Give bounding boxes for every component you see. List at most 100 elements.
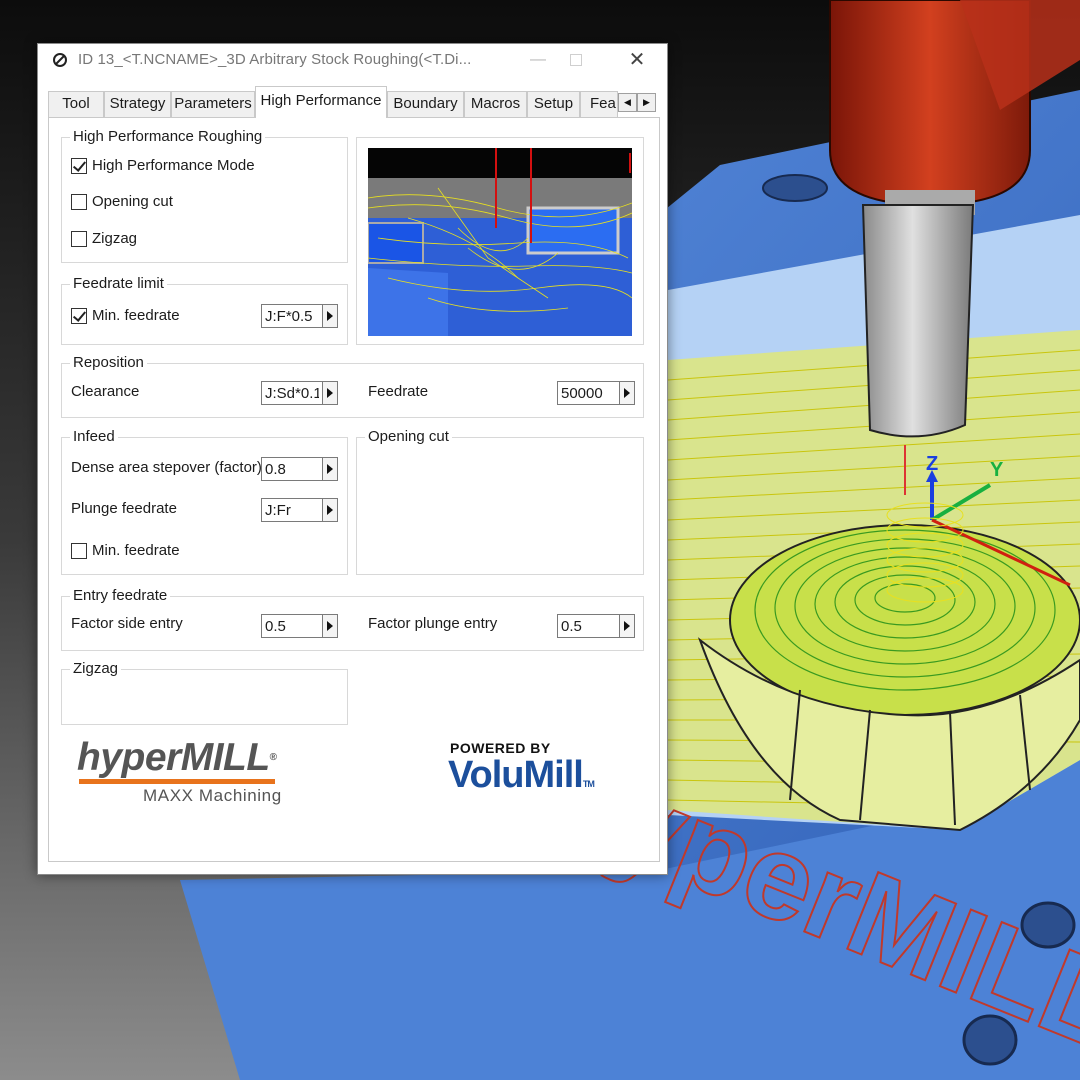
arrow-right-icon: [624, 621, 630, 631]
opening-cut-checkbox[interactable]: Opening cut: [71, 193, 173, 210]
arrow-right-icon: [327, 388, 333, 398]
high-performance-panel: High Performance Roughing High Performan…: [48, 117, 660, 862]
maximize-icon: [570, 54, 582, 66]
tab-setup[interactable]: Setup: [527, 91, 580, 117]
checkbox-label: Opening cut: [92, 193, 173, 210]
plunge-feedrate-label: Plunge feedrate: [71, 500, 177, 517]
clearance-field: [261, 381, 338, 405]
arrow-right-icon: [327, 311, 333, 321]
checkbox-label: Min. feedrate: [92, 307, 180, 324]
group-label: Reposition: [70, 354, 147, 372]
strategy-preview-image: [368, 148, 632, 336]
dense-area-stepover-field: [261, 457, 338, 481]
tab-strip: Tool Strategy Parameters High Performanc…: [48, 86, 660, 118]
plunge-feedrate-input[interactable]: [261, 498, 323, 522]
dense-area-stepover-label: Dense area stepover (factor): [71, 459, 262, 476]
tab-features[interactable]: Fea: [580, 91, 618, 117]
preview-group: [356, 137, 644, 345]
factor-plunge-entry-label: Factor plunge entry: [368, 615, 498, 632]
entry-feedrate-group: Entry feedrate Factor side entry Factor …: [61, 587, 644, 651]
tab-boundary[interactable]: Boundary: [387, 91, 464, 117]
clearance-menu-button[interactable]: [323, 381, 338, 405]
factor-plunge-entry-field: [557, 614, 635, 638]
reposition-feedrate-label: Feedrate: [368, 383, 429, 400]
group-label: Opening cut: [365, 428, 452, 446]
volumill-logo-text: VoluMill: [448, 754, 584, 796]
checkbox-unchecked-icon[interactable]: [71, 193, 87, 210]
group-label: Zigzag: [70, 660, 122, 678]
tab-parameters[interactable]: Parameters: [171, 91, 255, 117]
z-axis-label: Z: [926, 453, 938, 475]
group-label: High Performance Roughing: [70, 128, 266, 146]
cutting-tool: [861, 204, 975, 438]
dense-area-stepover-input[interactable]: [261, 457, 323, 481]
reposition-group: Reposition Clearance Feedrate: [61, 354, 644, 418]
factor-side-entry-menu-button[interactable]: [323, 614, 338, 638]
minimize-button[interactable]: —: [523, 48, 553, 72]
chevron-right-icon: ▶: [643, 97, 650, 107]
tab-strategy[interactable]: Strategy: [104, 91, 171, 117]
min-feedrate-menu-button[interactable]: [323, 304, 338, 328]
tab-high-performance[interactable]: High Performance: [255, 86, 387, 118]
operation-dialog: ID 13_<T.NCNAME>_3D Arbitrary Stock Roug…: [37, 43, 668, 875]
clearance-input[interactable]: [261, 381, 323, 405]
checkbox-label: Zigzag: [92, 230, 138, 247]
factor-side-entry-label: Factor side entry: [71, 615, 183, 632]
min-feedrate-limit-checkbox[interactable]: Min. feedrate: [71, 307, 180, 324]
zigzag-checkbox[interactable]: Zigzag: [71, 230, 137, 247]
factor-side-entry-field: [261, 614, 338, 638]
reposition-feedrate-field: [557, 381, 635, 405]
arrow-right-icon: [327, 464, 333, 474]
min-feedrate-input[interactable]: [261, 304, 323, 328]
close-icon: ✕: [628, 49, 646, 71]
group-label: Entry feedrate: [70, 587, 171, 605]
plunge-feedrate-menu-button[interactable]: [323, 498, 338, 522]
title-bar[interactable]: ID 13_<T.NCNAME>_3D Arbitrary Stock Roug…: [38, 44, 667, 76]
factor-plunge-entry-input[interactable]: [557, 614, 620, 638]
registered-mark: ®: [269, 752, 277, 763]
high-performance-mode-checkbox[interactable]: High Performance Mode: [71, 157, 255, 174]
reposition-feedrate-menu-button[interactable]: [620, 381, 635, 405]
arrow-right-icon: [624, 388, 630, 398]
logo-underline: [79, 779, 275, 784]
checkbox-checked-icon[interactable]: [71, 307, 87, 324]
dense-area-stepover-menu-button[interactable]: [323, 457, 338, 481]
feedrate-limit-group: Feedrate limit Min. feedrate: [61, 275, 348, 345]
clearance-label: Clearance: [71, 383, 140, 400]
close-button[interactable]: ✕: [622, 48, 652, 72]
tab-scroll-right-button[interactable]: ▶: [637, 93, 656, 112]
factor-plunge-entry-menu-button[interactable]: [620, 614, 635, 638]
chevron-left-icon: ◀: [624, 97, 631, 107]
mounting-hole: [762, 174, 828, 202]
infeed-min-feedrate-checkbox[interactable]: Min. feedrate: [71, 542, 180, 559]
plunge-feedrate-field: [261, 498, 338, 522]
min-feedrate-field: [261, 304, 338, 328]
checkbox-unchecked-icon[interactable]: [71, 230, 87, 247]
arrow-right-icon: [327, 505, 333, 515]
central-boss: [729, 524, 1080, 716]
volumill-logo: POWERED BY VoluMillTM: [448, 740, 595, 803]
factor-side-entry-input[interactable]: [261, 614, 323, 638]
checkbox-label: High Performance Mode: [92, 157, 255, 174]
y-axis-label: Y: [990, 459, 1004, 481]
hypermill-app-icon: [53, 53, 67, 67]
checkbox-unchecked-icon[interactable]: [71, 542, 87, 559]
hypermill-logo-text: hyperMILL: [77, 736, 270, 779]
infeed-group: Infeed Dense area stepover (factor) Plun…: [61, 428, 348, 575]
window-title: ID 13_<T.NCNAME>_3D Arbitrary Stock Roug…: [78, 51, 472, 68]
checkbox-checked-icon[interactable]: [71, 157, 87, 174]
arrow-right-icon: [327, 621, 333, 631]
opening-cut-group: Opening cut: [356, 428, 644, 575]
minimize-icon: —: [530, 51, 546, 68]
group-label: Feedrate limit: [70, 275, 167, 293]
tab-macros[interactable]: Macros: [464, 91, 527, 117]
tab-scroll-left-button[interactable]: ◀: [618, 93, 637, 112]
maximize-button[interactable]: [561, 48, 591, 72]
reposition-feedrate-input[interactable]: [557, 381, 620, 405]
group-label: Infeed: [70, 428, 118, 446]
checkbox-label: Min. feedrate: [92, 542, 180, 559]
high-performance-roughing-group: High Performance Roughing High Performan…: [61, 128, 348, 263]
hypermill-logo: hyperMILL® MAXX Machining: [77, 738, 282, 806]
tab-tool[interactable]: Tool: [48, 91, 104, 117]
trademark-mark: TM: [582, 779, 595, 789]
